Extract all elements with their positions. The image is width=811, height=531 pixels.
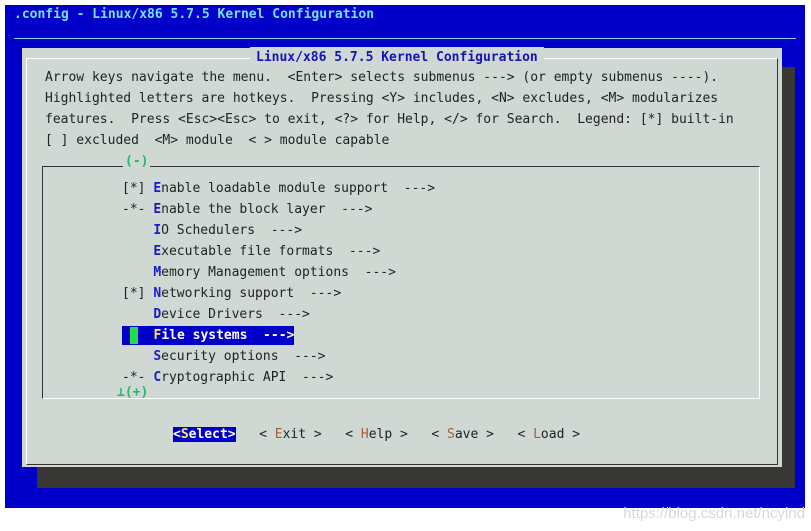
menu-item[interactable]: File systems ---> [122, 326, 295, 345]
help-line: Highlighted letters are hotkeys. Pressin… [45, 91, 719, 106]
menu-item-prefix: [*] [122, 181, 154, 196]
menu-item[interactable]: Security options ---> [122, 346, 326, 367]
button-hotkey: E [274, 427, 283, 442]
button-bracket: < [345, 427, 361, 442]
menu-item[interactable]: [*] Networking support ---> [122, 283, 341, 304]
button-label: xit [282, 427, 307, 442]
button-save[interactable]: < Save > [431, 427, 494, 442]
button-hotkey: L [533, 427, 541, 442]
menu-item-hotkey: N [153, 286, 162, 301]
menu-item[interactable]: -*- Cryptographic API ---> [122, 367, 333, 388]
button-label: ave [454, 427, 479, 442]
button-bracket: < [173, 427, 181, 442]
menu-item-label: emory Management options ---> [161, 265, 396, 280]
menu-item-hotkey: M [153, 265, 162, 280]
menu-item-label: ryptographic API ---> [161, 370, 334, 385]
button-label: elp [368, 427, 393, 442]
button-bracket: > [564, 427, 581, 442]
button-bracket: > [306, 427, 322, 442]
window-title: .config - Linux/x86 5.7.5 Kernel Configu… [14, 7, 375, 22]
button-load[interactable]: < Load > [517, 427, 580, 442]
menu-item-label: xecutable file formats ---> [161, 244, 381, 259]
help-line: [ ] excluded <M> module < > module capab… [45, 133, 390, 148]
button-bracket: < [259, 427, 275, 442]
menu-item-hotkey: I [153, 223, 162, 238]
menu-item-hotkey: E [153, 181, 162, 196]
menu-item-hotkey: E [153, 202, 162, 217]
menu-item-label: ile systems ---> [161, 328, 295, 343]
button-bar: <Select> < Exit > < Help > < Save > < Lo… [173, 424, 580, 445]
menu-item-label: etworking support ---> [161, 286, 342, 301]
menu-item-hotkey: E [153, 244, 162, 259]
menu-item[interactable]: IO Schedulers ---> [122, 220, 302, 241]
button-exit[interactable]: < Exit > [259, 427, 322, 442]
menu-item-prefix [122, 349, 153, 364]
main-dialog: Linux/x86 5.7.5 Kernel Configuration Arr… [22, 47, 782, 467]
menu-item-hotkey: C [153, 370, 162, 385]
menu-item-label: nable loadable module support ---> [161, 181, 436, 196]
menu-item-prefix [122, 265, 153, 280]
menu-item-hotkey: S [153, 349, 162, 364]
menu-item[interactable]: -*- Enable the block layer ---> [122, 199, 372, 220]
menu-item-prefix: -*- [122, 202, 154, 217]
title-divider [14, 38, 796, 39]
menu-item[interactable]: Executable file formats ---> [122, 241, 380, 262]
help-line: features. Press <Esc><Esc> to exit, <?> … [45, 112, 734, 127]
button-bracket: < [517, 427, 534, 442]
menu-item-prefix: [*] [122, 286, 154, 301]
scroll-up-indicator: (-) [123, 151, 151, 172]
button-hotkey: S [446, 427, 455, 442]
button-hotkey: H [360, 427, 369, 442]
scroll-down-indicator: ⊥(+) [117, 385, 149, 400]
terminal-screen: .config - Linux/x86 5.7.5 Kernel Configu… [5, 5, 805, 508]
menu-item-prefix [122, 223, 153, 238]
watermark: https://blog.csdn.net/ncyind [623, 505, 805, 522]
menu-item-label: evice Drivers ---> [161, 307, 310, 322]
menu-item-prefix [122, 244, 153, 259]
button-bracket: > [227, 427, 236, 442]
menu-item-label: nable the block layer ---> [161, 202, 373, 217]
button-bracket: > [392, 427, 408, 442]
cursor-indicator [122, 327, 153, 344]
menu-item[interactable]: [*] Enable loadable module support ---> [122, 178, 435, 199]
button-bracket: < [431, 427, 447, 442]
menu-item[interactable]: Device Drivers ---> [122, 304, 310, 325]
button-help[interactable]: < Help > [345, 427, 408, 442]
menu-item-hotkey: D [153, 307, 162, 322]
button-label: elect [188, 427, 228, 442]
button-bracket: > [478, 427, 494, 442]
menu-item-label: O Schedulers ---> [161, 223, 303, 238]
button-select[interactable]: <Select> [173, 427, 236, 442]
dialog-title: Linux/x86 5.7.5 Kernel Configuration [250, 47, 544, 68]
help-line: Arrow keys navigate the menu. <Enter> se… [45, 70, 719, 85]
menu-item[interactable]: Memory Management options ---> [122, 262, 396, 283]
button-hotkey: S [180, 427, 189, 442]
menu-item-label: ecurity options ---> [161, 349, 326, 364]
button-label: oad [540, 427, 565, 442]
menu-item-prefix [122, 307, 153, 322]
